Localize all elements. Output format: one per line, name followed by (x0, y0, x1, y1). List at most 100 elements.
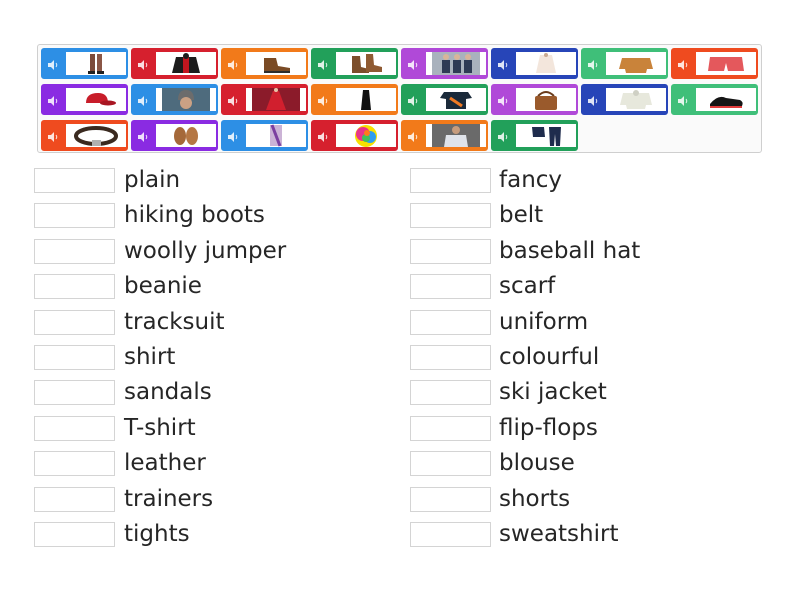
speaker-icon[interactable] (137, 59, 149, 71)
drop-slot[interactable] (410, 309, 491, 335)
drop-slot[interactable] (34, 274, 115, 300)
speaker-icon[interactable] (587, 95, 599, 107)
drop-slot[interactable] (410, 451, 491, 477)
drop-slot[interactable] (410, 522, 491, 547)
image-tile-blouse[interactable] (491, 48, 578, 79)
speaker-icon[interactable] (227, 95, 239, 107)
drop-slot[interactable] (410, 168, 491, 193)
answer-word: fancy (499, 167, 563, 193)
answer-word: shirt (124, 344, 176, 370)
drop-slot[interactable] (34, 415, 115, 441)
speaker-icon[interactable] (677, 95, 689, 107)
answer-word: colourful (499, 344, 600, 370)
answer-word: beanie (124, 273, 202, 300)
image-tile-shorts[interactable] (671, 48, 758, 79)
speaker-icon[interactable] (407, 131, 419, 143)
drop-slot[interactable] (34, 522, 115, 547)
image-tile-leather-boots[interactable] (311, 48, 398, 79)
answer-word: flip-flops (499, 414, 598, 441)
speaker-icon[interactable] (317, 59, 329, 71)
drop-slot[interactable] (34, 451, 115, 477)
colourful-rose-photo (336, 124, 396, 147)
leather-boots-photo (336, 52, 396, 75)
ski-jacket-photo (156, 52, 216, 75)
speaker-icon[interactable] (137, 131, 149, 143)
answer-word: T-shirt (124, 414, 196, 441)
speaker-icon[interactable] (497, 131, 509, 143)
image-tile-trainers[interactable] (671, 84, 758, 115)
answer-word: hiking boots (124, 202, 265, 229)
drop-slot[interactable] (34, 203, 115, 229)
speaker-icon[interactable] (407, 95, 419, 107)
image-tile-scarf[interactable] (221, 120, 308, 151)
drop-slot[interactable] (410, 203, 491, 229)
plain-black-dress-photo (336, 88, 396, 111)
drop-slot[interactable] (34, 380, 115, 406)
uniform-people-photo (426, 52, 486, 75)
sandals-photo (156, 124, 216, 147)
t-shirt-photo (426, 88, 486, 111)
speaker-icon[interactable] (497, 59, 509, 71)
image-tile-tights-legs[interactable] (41, 48, 128, 79)
drop-slot[interactable] (34, 238, 115, 264)
image-tile-sandals[interactable] (131, 120, 218, 151)
image-tile-uniform-people[interactable] (401, 48, 488, 79)
woolly-jumper-photo (606, 52, 666, 75)
speaker-icon[interactable] (227, 59, 239, 71)
speaker-icon[interactable] (587, 59, 599, 71)
drop-slot[interactable] (34, 345, 115, 370)
answer-word: scarf (499, 273, 556, 300)
answer-word: baseball hat (499, 237, 641, 264)
image-tile-beanie[interactable] (131, 84, 218, 115)
speaker-icon[interactable] (317, 95, 329, 107)
speaker-icon[interactable] (227, 131, 239, 143)
drop-slot[interactable] (410, 486, 491, 512)
image-tile-woolly-jumper[interactable] (581, 48, 668, 79)
drop-slot[interactable] (410, 380, 491, 406)
tights-legs-photo (66, 52, 126, 75)
image-tile-colourful-rose[interactable] (311, 120, 398, 151)
speaker-icon[interactable] (317, 131, 329, 143)
image-tile-shirt-man[interactable] (401, 120, 488, 151)
hiking-boot-photo (246, 52, 306, 75)
answer-word: belt (499, 202, 544, 229)
answer-word: trainers (124, 485, 214, 512)
image-tile-t-shirt[interactable] (401, 84, 488, 115)
fancy-dress-photo (246, 88, 306, 111)
speaker-icon[interactable] (137, 95, 149, 107)
image-tile-ski-jacket[interactable] (131, 48, 218, 79)
drop-slot[interactable] (34, 309, 115, 335)
image-tile-baseball-hat[interactable] (41, 84, 128, 115)
sweatshirt-photo (606, 88, 666, 111)
drop-slot[interactable] (410, 345, 491, 370)
answer-word: leather (124, 450, 206, 477)
answer-word: tights (124, 521, 190, 547)
drop-slot[interactable] (34, 486, 115, 512)
image-tile-belt[interactable] (41, 120, 128, 151)
speaker-icon[interactable] (47, 131, 59, 143)
speaker-icon[interactable] (47, 95, 59, 107)
speaker-icon[interactable] (47, 59, 59, 71)
answer-word: sandals (124, 379, 212, 406)
answer-word: sweatshirt (499, 521, 619, 547)
image-tile-hiking-boot[interactable] (221, 48, 308, 79)
drop-slot[interactable] (410, 274, 491, 300)
tracksuit-photo (516, 124, 576, 147)
image-tile-plain-black-dress[interactable] (311, 84, 398, 115)
drop-slot[interactable] (34, 168, 115, 193)
image-tile-tracksuit[interactable] (491, 120, 578, 151)
image-tile-fancy-dress[interactable] (221, 84, 308, 115)
speaker-icon[interactable] (407, 59, 419, 71)
leather-bag-photo (516, 88, 576, 111)
scarf-photo (246, 124, 306, 147)
drop-slot[interactable] (410, 238, 491, 264)
belt-photo (66, 124, 126, 147)
image-tile-leather-bag[interactable] (491, 84, 578, 115)
image-tray (37, 44, 762, 153)
answer-word: ski jacket (499, 379, 607, 406)
speaker-icon[interactable] (497, 95, 509, 107)
speaker-icon[interactable] (677, 59, 689, 71)
image-tile-sweatshirt[interactable] (581, 84, 668, 115)
answer-word: woolly jumper (124, 237, 287, 264)
drop-slot[interactable] (410, 415, 491, 441)
